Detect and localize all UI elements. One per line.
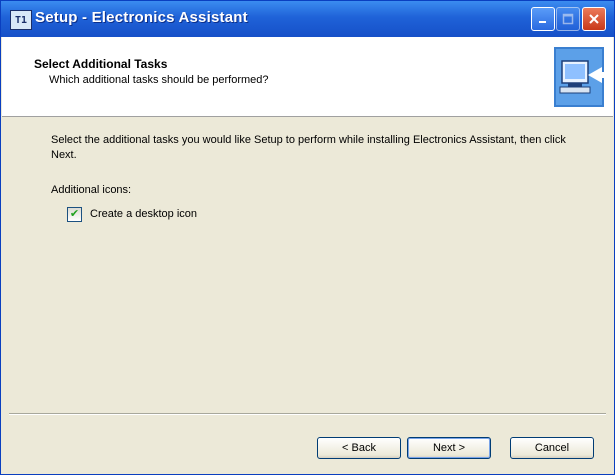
app-icon[interactable]: T1 (10, 10, 32, 30)
close-button[interactable] (582, 7, 606, 31)
back-button[interactable]: < Back (317, 437, 401, 459)
instructions-text: Select the additional tasks you would li… (51, 134, 566, 161)
setup-window: T1 Setup - Electronics Assistant Select … (0, 0, 615, 475)
desktop-icon-label[interactable]: Create a desktop icon (90, 208, 197, 220)
next-button[interactable]: Next > (407, 437, 491, 459)
close-icon (589, 14, 599, 24)
app-icon-text: T1 (14, 14, 28, 26)
wizard-header: Select Additional Tasks Which additional… (2, 37, 613, 117)
page-subtitle: Which additional tasks should be perform… (49, 74, 269, 86)
button-separator (9, 413, 606, 415)
checkmark-icon: ✔ (69, 207, 80, 220)
title-bar[interactable]: T1 Setup - Electronics Assistant (1, 1, 614, 37)
page-title: Select Additional Tasks (34, 57, 168, 71)
desktop-icon-option[interactable]: ✔ Create a desktop icon (67, 206, 197, 222)
minimize-icon (539, 21, 546, 23)
maximize-button (556, 7, 580, 31)
additional-icons-label: Additional icons: (51, 184, 132, 196)
desktop-icon-checkbox[interactable]: ✔ (67, 206, 82, 222)
computer-setup-icon (554, 47, 604, 107)
maximize-icon (562, 13, 574, 25)
minimize-button[interactable] (531, 7, 555, 31)
cancel-button[interactable]: Cancel (510, 437, 594, 459)
window-title: Setup - Electronics Assistant (35, 9, 248, 26)
